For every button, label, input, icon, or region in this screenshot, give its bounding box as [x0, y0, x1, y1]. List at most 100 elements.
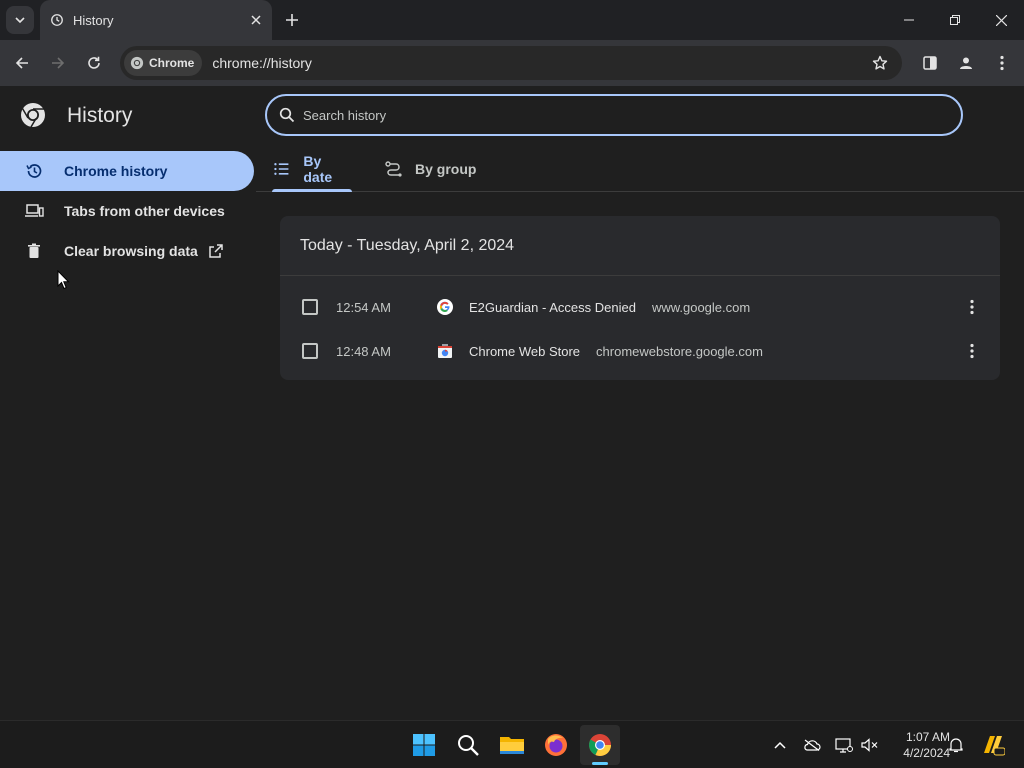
side-panel-button[interactable] — [916, 49, 944, 77]
tab-by-date[interactable]: By date — [272, 146, 352, 192]
bell-icon — [949, 738, 963, 753]
row-more-button[interactable] — [960, 295, 984, 319]
sidebar-item-clear-browsing-data[interactable]: Clear browsing data — [0, 231, 254, 271]
search-icon — [458, 735, 479, 756]
active-tab-indicator — [272, 189, 352, 192]
history-row[interactable]: 12:48 AM Chrome Web Store chromewebstore… — [280, 329, 1000, 373]
google-icon — [437, 299, 453, 315]
tab-by-group[interactable]: By group — [385, 146, 476, 192]
clock-time: 1:07 AM — [905, 730, 950, 744]
chrome-icon — [589, 734, 611, 756]
open-in-new-icon — [208, 243, 224, 259]
chip-label: Chrome — [149, 56, 195, 70]
search-icon — [279, 107, 295, 123]
taskbar-chrome[interactable] — [580, 725, 620, 765]
active-app-indicator — [592, 762, 608, 765]
site-chip[interactable]: Chrome — [124, 50, 203, 76]
devices-icon — [24, 201, 44, 221]
browser-tab-history[interactable]: History — [40, 0, 272, 40]
arrow-left-icon — [15, 57, 28, 69]
arrow-right-icon — [52, 57, 65, 69]
reload-button[interactable] — [80, 49, 108, 77]
network-icon — [835, 738, 853, 753]
reload-icon — [88, 56, 100, 69]
close-tab-button[interactable] — [244, 8, 268, 32]
tab-label: By date — [303, 153, 333, 185]
history-icon — [24, 161, 44, 181]
side-panel-icon — [923, 56, 937, 70]
menu-button[interactable] — [988, 49, 1016, 77]
sidebar: History Chrome history Tabs from other d… — [0, 86, 256, 720]
entry-title[interactable]: E2Guardian - Access Denied — [469, 300, 636, 315]
restore-icon — [950, 15, 960, 25]
sidebar-item-chrome-history[interactable]: Chrome history — [0, 151, 254, 191]
entry-domain: www.google.com — [651, 299, 751, 315]
notifications-button[interactable] — [944, 733, 968, 757]
windows-start-icon — [413, 734, 435, 756]
taskbar: 1:07 AM 4/2/2024 — [0, 720, 1024, 768]
history-entry-link[interactable]: Chrome Web Store chromewebstore.google.c… — [469, 344, 763, 359]
back-button[interactable] — [8, 49, 36, 77]
profile-button[interactable] — [952, 49, 980, 77]
browser-toolbar: Chrome chrome://history — [0, 40, 1024, 86]
chevron-up-icon — [774, 741, 786, 749]
list-icon — [274, 163, 289, 175]
bookmark-button[interactable] — [866, 49, 894, 77]
row-more-button[interactable] — [960, 339, 984, 363]
tab-search-button[interactable] — [6, 6, 34, 34]
close-icon — [251, 15, 261, 25]
copilot-preview-button[interactable] — [980, 733, 1006, 757]
tab-label: By group — [415, 161, 477, 177]
sidebar-item-label: Chrome history — [64, 163, 168, 179]
minimize-button[interactable] — [886, 0, 932, 40]
network-tray-button[interactable] — [832, 733, 856, 757]
plus-icon — [286, 14, 298, 26]
more-vertical-icon — [970, 343, 974, 359]
clock-date: 4/2/2024 — [903, 746, 950, 760]
profile-icon — [960, 57, 972, 69]
history-row[interactable]: 12:54 AM E2Guardian - Access Denied www.… — [280, 285, 1000, 329]
forward-button[interactable] — [44, 49, 72, 77]
minimize-icon — [904, 19, 914, 21]
web-store-icon — [438, 344, 452, 358]
taskbar-clock[interactable]: 1:07 AM 4/2/2024 — [884, 729, 950, 761]
mouse-cursor-icon — [57, 270, 70, 290]
visit-time: 12:54 AM — [336, 299, 391, 315]
chrome-icon — [130, 56, 144, 70]
onedrive-tray-button[interactable] — [800, 733, 824, 757]
volume-tray-button[interactable] — [858, 733, 882, 757]
start-button[interactable] — [404, 725, 444, 765]
search-history-box[interactable] — [265, 94, 963, 136]
cloud-off-icon — [804, 739, 821, 751]
tab-title: History — [73, 12, 114, 28]
show-hidden-icons-button[interactable] — [768, 733, 792, 757]
taskbar-search-button[interactable] — [448, 725, 488, 765]
firefox-icon — [545, 734, 567, 756]
close-window-button[interactable] — [978, 0, 1024, 40]
volume-muted-icon — [861, 738, 878, 752]
more-vertical-icon — [970, 299, 974, 315]
entry-domain: chromewebstore.google.com — [596, 343, 763, 359]
taskbar-firefox[interactable] — [536, 725, 576, 765]
view-tabs: By date By group — [256, 146, 1024, 192]
search-input[interactable] — [303, 107, 903, 123]
star-icon — [872, 55, 888, 70]
restore-button[interactable] — [932, 0, 978, 40]
row-checkbox[interactable] — [302, 299, 318, 315]
sidebar-item-tabs-other-devices[interactable]: Tabs from other devices — [0, 191, 254, 231]
visit-time: 12:48 AM — [336, 343, 391, 359]
page-title: History — [67, 104, 133, 127]
url-text[interactable]: chrome://history — [212, 55, 866, 71]
close-icon — [995, 14, 1007, 26]
history-card: Today - Tuesday, April 2, 2024 12:54 AM … — [280, 216, 1000, 380]
history-entry-link[interactable]: E2Guardian - Access Denied www.google.co… — [469, 300, 750, 315]
date-heading: Today - Tuesday, April 2, 2024 — [280, 216, 1000, 276]
taskbar-file-explorer[interactable] — [492, 725, 532, 765]
more-vertical-icon — [1000, 55, 1004, 71]
sidebar-item-label: Clear browsing data — [64, 243, 198, 259]
address-bar[interactable]: Chrome chrome://history — [120, 46, 902, 80]
file-explorer-icon — [500, 737, 524, 754]
row-checkbox[interactable] — [302, 343, 318, 359]
new-tab-button[interactable] — [280, 6, 304, 34]
entry-title[interactable]: Chrome Web Store — [469, 344, 580, 359]
